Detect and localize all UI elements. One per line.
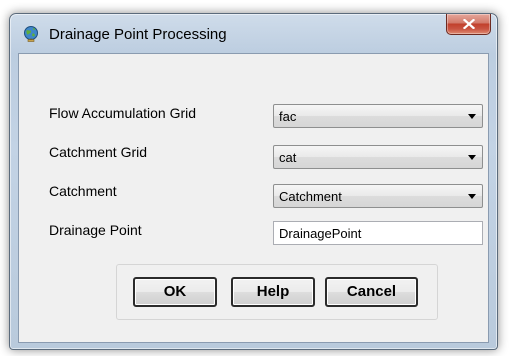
chevron-down-icon xyxy=(468,194,476,199)
catchment-grid-label: Catchment Grid xyxy=(49,144,148,160)
drainage-point-field[interactable]: DrainagePoint xyxy=(273,221,483,245)
catchment-label: Catchment xyxy=(49,183,117,199)
dialog-body: Flow Accumulation Grid fac Catchment Gri… xyxy=(18,53,489,343)
window-title: Drainage Point Processing xyxy=(49,26,227,43)
catchment-grid-dropdown[interactable]: cat xyxy=(273,145,483,169)
catchment-value: Catchment xyxy=(279,189,342,204)
button-group: OK Help Cancel xyxy=(116,264,438,320)
flow-accumulation-grid-value: fac xyxy=(279,109,297,124)
chevron-down-icon xyxy=(468,114,476,119)
drainage-point-value: DrainagePoint xyxy=(279,226,362,241)
close-button[interactable] xyxy=(446,14,491,35)
chevron-down-icon xyxy=(468,155,476,160)
globe-icon xyxy=(22,25,40,43)
drainage-point-label: Drainage Point xyxy=(49,222,142,238)
help-button[interactable]: Help xyxy=(231,277,315,307)
close-icon xyxy=(463,19,475,29)
title-bar[interactable]: Drainage Point Processing xyxy=(10,14,497,52)
flow-accumulation-grid-dropdown[interactable]: fac xyxy=(273,104,483,128)
flow-accumulation-grid-label: Flow Accumulation Grid xyxy=(49,105,197,121)
dialog-window: Drainage Point Processing Flow Accumulat… xyxy=(9,13,498,350)
cancel-button[interactable]: Cancel xyxy=(325,277,418,307)
catchment-dropdown[interactable]: Catchment xyxy=(273,184,483,208)
catchment-grid-value: cat xyxy=(279,150,297,165)
ok-button[interactable]: OK xyxy=(133,277,217,307)
